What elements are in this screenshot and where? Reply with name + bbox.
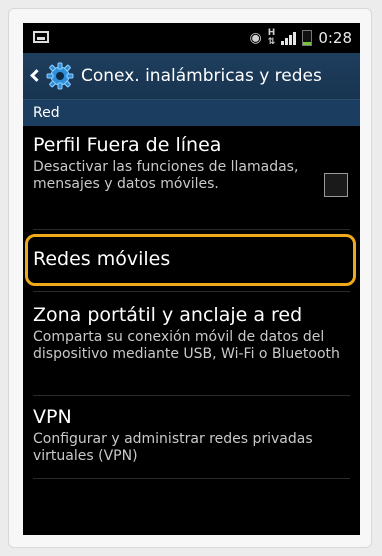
eye-icon: ◉ xyxy=(249,30,262,46)
setting-description: Desactivar las funciones de llamadas, me… xyxy=(33,159,299,192)
setting-title: VPN xyxy=(33,406,72,428)
setting-item-vpn[interactable]: VPN Configurar y administrar redes priva… xyxy=(23,405,360,475)
setting-title: Zona portátil y anclaje a red xyxy=(33,304,303,326)
battery-icon xyxy=(302,30,313,46)
setting-description: Configurar y administrar redes privadas … xyxy=(33,431,313,464)
action-bar: Conex. inalámbricas y redes xyxy=(23,53,360,100)
offline-profile-checkbox[interactable] xyxy=(324,173,348,197)
status-bar: ◉ H ⇅ 0:28 xyxy=(23,23,360,53)
divider xyxy=(33,291,350,292)
divider xyxy=(33,478,350,479)
screenshot-icon xyxy=(33,31,49,43)
highlight-outline xyxy=(25,234,356,286)
screen-title: Conex. inalámbricas y redes xyxy=(81,66,322,86)
signal-icon xyxy=(281,31,297,45)
status-clock: 0:28 xyxy=(318,29,352,47)
divider xyxy=(33,395,350,396)
hplus-icon: H ⇅ xyxy=(268,29,276,47)
status-icons: ◉ H ⇅ 0:28 xyxy=(250,28,352,48)
setting-description: Comparta su conexión móvil de datos del … xyxy=(33,329,340,362)
section-header-red: Red xyxy=(23,100,360,126)
setting-title: Perfil Fuera de línea xyxy=(33,134,222,156)
divider xyxy=(33,229,350,230)
phone-screen: ◉ H ⇅ 0:28 Conex. inalámbricas y redes R… xyxy=(23,23,360,535)
gear-icon[interactable] xyxy=(45,61,75,91)
setting-item-hotspot-tethering[interactable]: Zona portátil y anclaje a red Comparta s… xyxy=(23,303,360,387)
setting-item-offline-profile[interactable]: Perfil Fuera de línea Desactivar las fun… xyxy=(23,133,360,225)
chevron-left-icon[interactable] xyxy=(29,69,41,83)
data-arrows: ⇅ xyxy=(267,37,276,47)
